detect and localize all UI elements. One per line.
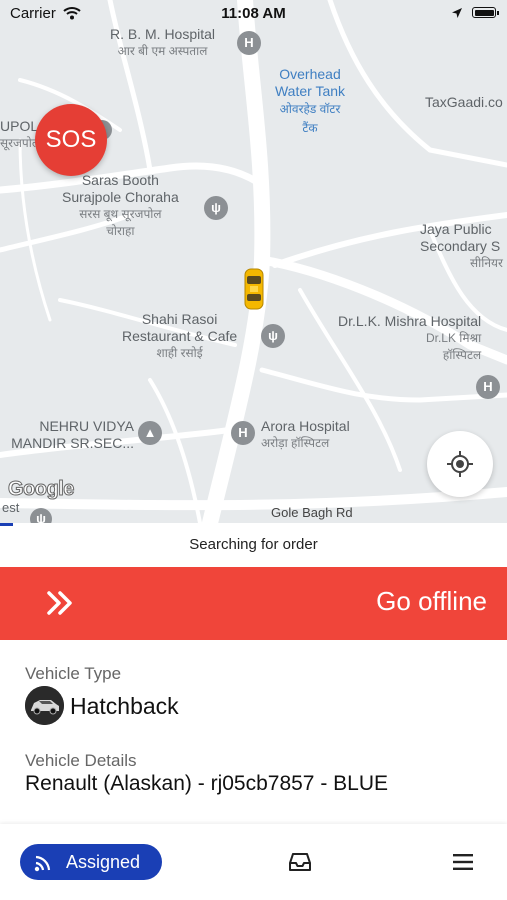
poi-edge-label: est bbox=[2, 500, 20, 515]
road-label: Gole Bagh Rd bbox=[271, 505, 353, 520]
assigned-label: Assigned bbox=[66, 852, 141, 872]
restaurant-icon: ψ bbox=[261, 324, 285, 348]
go-offline-slider[interactable]: Go offline bbox=[0, 567, 507, 640]
poi-rbm-hospital[interactable]: R. B. M. Hospital आर बी एम अस्पताल bbox=[110, 26, 215, 60]
battery-icon bbox=[472, 7, 499, 18]
poi-arora-hospital[interactable]: Arora Hospital अरोड़ा हॉस्पिटल bbox=[261, 418, 350, 452]
poi-mishra-hospital[interactable]: Dr.L.K. Mishra Hospital Dr.LK मिश्रा हॉस… bbox=[338, 313, 481, 364]
hospital-icon: H bbox=[237, 31, 261, 55]
chevron-double-right-icon[interactable] bbox=[46, 588, 74, 618]
hospital-icon: H bbox=[476, 375, 500, 399]
poi-overhead-water-tank[interactable]: Overhead Water Tank ओवरहेड वॉटर टैंक bbox=[272, 66, 348, 138]
hospital-icon: H bbox=[231, 421, 255, 445]
recenter-icon bbox=[447, 451, 473, 477]
vehicle-details-label: Vehicle Details bbox=[25, 751, 137, 770]
poi-jaya-public[interactable]: Jaya Public Secondary S सीनियर bbox=[420, 221, 503, 272]
vehicle-thumbnail bbox=[25, 686, 64, 725]
poi-nehru-vidya-mandir[interactable]: NEHRU VIDYA MANDIR SR.SEC... bbox=[0, 418, 134, 452]
vehicle-type-value: Hatchback bbox=[70, 693, 179, 719]
poi-shahi-rasoi[interactable]: Shahi Rasoi Restaurant & Cafe शाही रसोई bbox=[122, 311, 237, 362]
vehicle-type-label: Vehicle Type bbox=[25, 664, 122, 683]
status-bar: Carrier 11:08 AM bbox=[0, 0, 507, 28]
vehicle-details-value: Renault (Alaskan) - rj05cb7857 - BLUE bbox=[25, 772, 389, 795]
inbox-icon[interactable] bbox=[289, 852, 311, 872]
assigned-tab[interactable]: Assigned bbox=[20, 844, 162, 880]
clock-time: 11:08 AM bbox=[221, 5, 286, 22]
poi-saras-booth[interactable]: Saras Booth Surajpole Choraha सरस बूथ सू… bbox=[62, 172, 179, 240]
location-arrow-icon bbox=[452, 8, 462, 18]
menu-icon[interactable] bbox=[452, 854, 474, 870]
school-icon: ▲ bbox=[138, 421, 162, 445]
recenter-button[interactable] bbox=[427, 431, 493, 497]
search-progress-bar bbox=[0, 523, 507, 526]
restaurant-icon: ψ bbox=[204, 196, 228, 220]
search-progress-fill bbox=[0, 523, 13, 526]
poi-upol[interactable]: UPOL सूरजपोल bbox=[0, 118, 40, 152]
car-icon bbox=[25, 686, 64, 725]
taxi-icon bbox=[244, 268, 264, 310]
bottom-nav: Assigned bbox=[0, 824, 507, 900]
sos-button[interactable]: SOS bbox=[35, 104, 107, 176]
restaurant-icon: ψ bbox=[30, 508, 52, 523]
go-offline-label: Go offline bbox=[376, 586, 487, 616]
search-status-text: Searching for order bbox=[189, 536, 318, 553]
google-logo: Google bbox=[8, 478, 75, 501]
poi-taxgaadi[interactable]: TaxGaadi.co bbox=[425, 94, 503, 111]
vehicle-info: Vehicle Type Hatchback Vehicle Details R… bbox=[25, 664, 495, 795]
broadcast-icon bbox=[34, 855, 51, 872]
map-view[interactable]: R. B. M. Hospital आर बी एम अस्पताल H Ove… bbox=[0, 0, 507, 523]
